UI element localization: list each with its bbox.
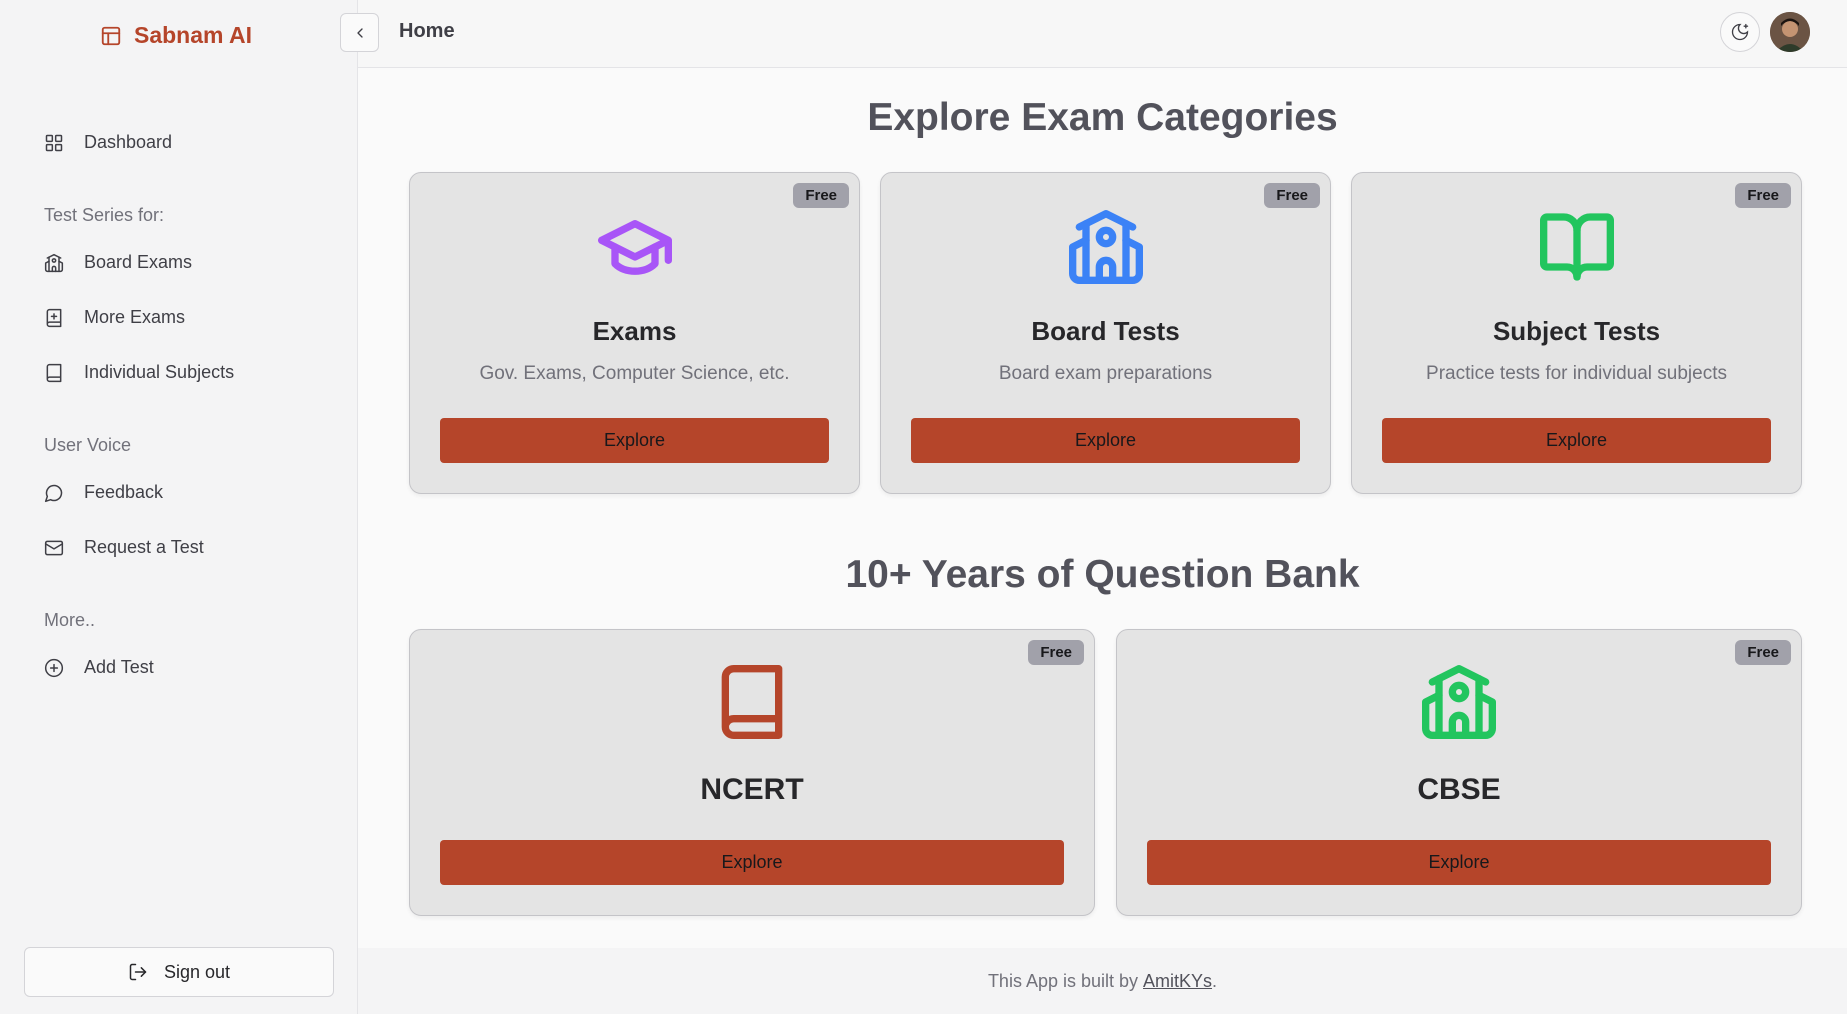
explore-cbse-button[interactable]: Explore bbox=[1147, 840, 1771, 885]
sidebar: Sabnam AI Dashboard Test Series for: Boa… bbox=[0, 0, 358, 1014]
breadcrumb: Home bbox=[399, 20, 455, 42]
free-badge: Free bbox=[793, 183, 849, 208]
sidebar-item-label: Request a Test bbox=[84, 537, 204, 557]
mail-icon bbox=[44, 540, 64, 555]
free-badge: Free bbox=[1735, 183, 1791, 208]
sidebar-item-add-test[interactable]: Add Test bbox=[44, 657, 154, 678]
card-title: Exams bbox=[592, 316, 677, 346]
question-bank-card-cbse[interactable]: Free CBSE Explore bbox=[1116, 629, 1802, 916]
sidebar-group-user-voice: User Voice bbox=[44, 435, 132, 455]
explore-ncert-button[interactable]: Explore bbox=[440, 840, 1064, 885]
free-badge: Free bbox=[1028, 640, 1084, 665]
sidebar-item-label: Add Test bbox=[84, 657, 154, 677]
collapse-sidebar-button[interactable] bbox=[340, 13, 379, 52]
sidebar-item-request-test[interactable]: Request a Test bbox=[44, 537, 204, 558]
sign-out-button[interactable]: Sign out bbox=[24, 947, 334, 997]
explore-subject-tests-button[interactable]: Explore bbox=[1382, 418, 1771, 463]
book-open-icon bbox=[1539, 213, 1614, 281]
plus-circle-icon bbox=[44, 658, 64, 677]
sidebar-item-label: Dashboard bbox=[84, 132, 173, 152]
brand[interactable]: Sabnam AI bbox=[100, 22, 252, 49]
footer-suffix: . bbox=[1212, 970, 1218, 991]
footer-text: This App is built by bbox=[987, 970, 1139, 991]
card-description: Board exam preparations bbox=[998, 363, 1213, 384]
category-card-exams[interactable]: Free Exams Gov. Exams, Computer Science,… bbox=[409, 172, 860, 494]
book-icon bbox=[46, 363, 62, 382]
sidebar-item-label: Feedback bbox=[84, 482, 164, 502]
footer-author-link[interactable]: AmitKYs bbox=[1143, 971, 1212, 992]
school-icon bbox=[1068, 210, 1143, 285]
log-out-icon bbox=[129, 963, 147, 981]
category-card-subject-tests[interactable]: Free Subject Tests Practice tests for in… bbox=[1351, 172, 1802, 494]
sidebar-item-label: Individual Subjects bbox=[84, 362, 235, 382]
book-plus-icon bbox=[46, 308, 62, 327]
section-title-exam-categories: Explore Exam Categories bbox=[867, 96, 1338, 139]
sidebar-group-test-series: Test Series for: bbox=[44, 205, 165, 225]
card-title: NCERT bbox=[700, 773, 804, 806]
user-avatar-icon bbox=[1770, 12, 1810, 52]
card-description: Gov. Exams, Computer Science, etc. bbox=[479, 363, 790, 384]
question-bank-card-ncert[interactable]: Free NCERT Explore bbox=[409, 629, 1095, 916]
card-description: Practice tests for individual subjects bbox=[1426, 363, 1727, 384]
school-icon bbox=[1422, 665, 1496, 739]
layout-icon bbox=[101, 26, 121, 45]
sidebar-item-individual-subjects[interactable]: Individual Subjects bbox=[44, 362, 234, 383]
free-badge: Free bbox=[1735, 640, 1791, 665]
message-circle-icon bbox=[44, 484, 63, 502]
sidebar-item-dashboard[interactable]: Dashboard bbox=[44, 132, 172, 153]
free-badge: Free bbox=[1264, 183, 1320, 208]
moon-star-icon bbox=[1731, 23, 1749, 41]
theme-toggle-button[interactable] bbox=[1720, 12, 1760, 52]
card-title: Board Tests bbox=[1031, 316, 1180, 346]
card-title: Subject Tests bbox=[1492, 316, 1661, 346]
explore-exams-button[interactable]: Explore bbox=[440, 418, 829, 463]
card-title: CBSE bbox=[1417, 773, 1501, 806]
sidebar-item-more-exams[interactable]: More Exams bbox=[44, 307, 185, 328]
graduation-cap-icon bbox=[597, 220, 672, 275]
avatar[interactable] bbox=[1770, 12, 1810, 52]
brand-name: Sabnam AI bbox=[134, 22, 253, 48]
sidebar-item-label: More Exams bbox=[84, 307, 186, 327]
sidebar-item-feedback[interactable]: Feedback bbox=[44, 482, 163, 503]
topbar bbox=[358, 0, 1847, 68]
explore-board-tests-button[interactable]: Explore bbox=[911, 418, 1300, 463]
sidebar-item-board-exams[interactable]: Board Exams bbox=[44, 252, 192, 273]
section-title-question-bank: 10+ Years of Question Bank bbox=[845, 553, 1360, 596]
sidebar-item-label: Board Exams bbox=[84, 252, 193, 272]
sign-out-label: Sign out bbox=[163, 961, 231, 982]
chevron-left-icon bbox=[356, 27, 363, 38]
sidebar-group-more: More.. bbox=[44, 610, 96, 630]
category-card-board-tests[interactable]: Free Board Tests Board exam preparations… bbox=[880, 172, 1331, 494]
book-icon bbox=[721, 665, 783, 739]
grid-icon bbox=[45, 134, 63, 151]
school-icon bbox=[44, 253, 64, 272]
footer: This App is built by AmitKYs . bbox=[358, 948, 1847, 1014]
